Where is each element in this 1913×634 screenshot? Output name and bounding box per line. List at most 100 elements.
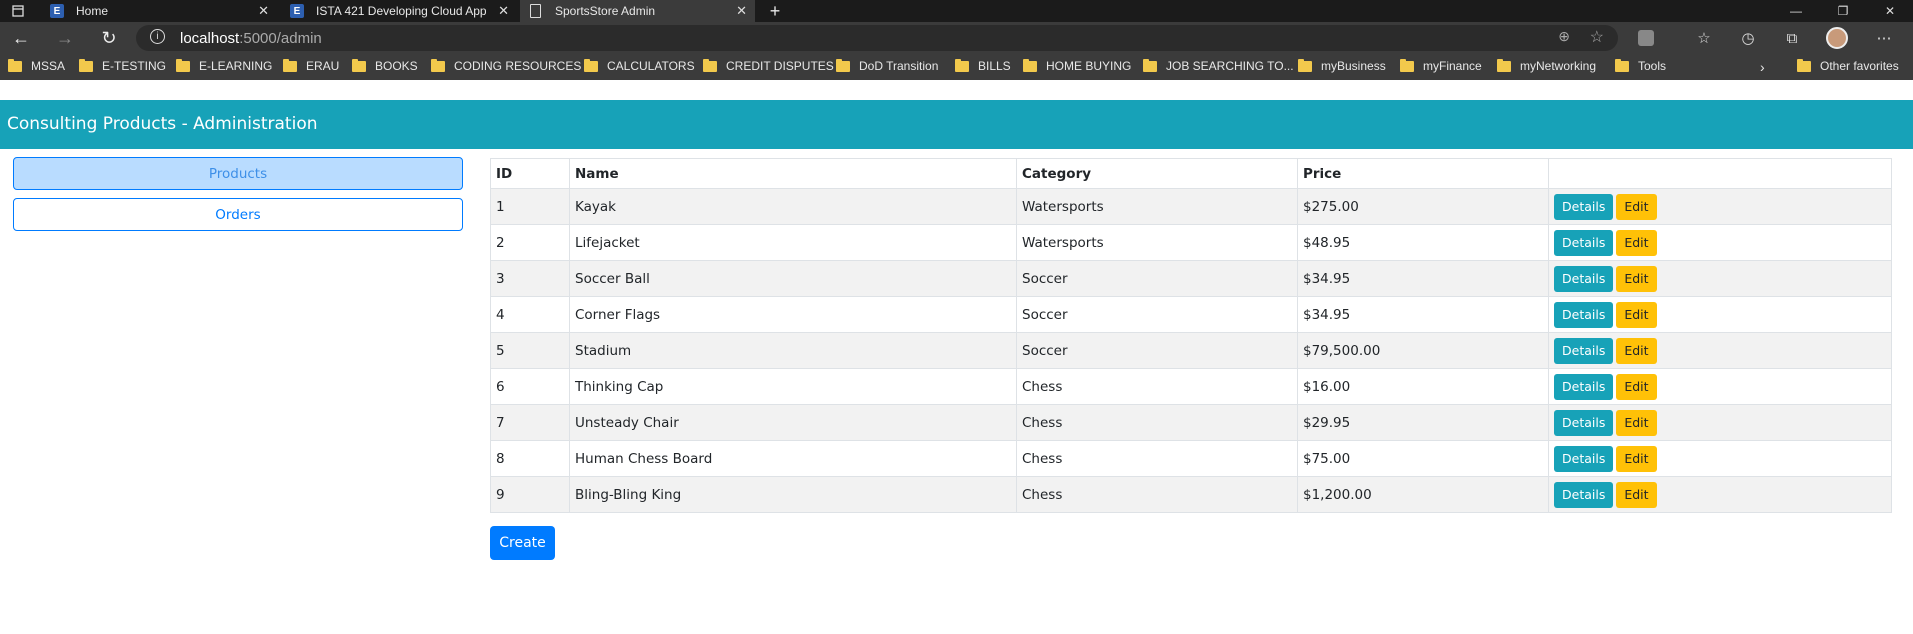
cell-id: 7 xyxy=(490,404,570,441)
tab-ista[interactable]: E ISTA 421 Developing Cloud Appl ✕ xyxy=(282,0,517,22)
tab-label: SportsStore Admin xyxy=(555,4,656,18)
details-button[interactable]: Details xyxy=(1554,193,1614,220)
bookmark-folder[interactable]: ERAU xyxy=(283,58,339,73)
url-path: :5000/admin xyxy=(239,30,322,47)
create-button[interactable]: Create xyxy=(490,526,555,560)
bookmark-folder[interactable]: BILLS xyxy=(955,58,1011,73)
bookmark-folder[interactable]: MSSA xyxy=(8,58,65,73)
sidebar-item-orders[interactable]: Orders xyxy=(13,198,463,231)
folder-icon xyxy=(431,58,445,72)
history-icon[interactable]: ◷ xyxy=(1735,26,1761,50)
cell-price: $16.00 xyxy=(1297,368,1549,405)
table-row: 1 Kayak Watersports $275.00 Details Edit xyxy=(490,188,1892,225)
bookmark-folder[interactable]: DoD Transition xyxy=(836,58,939,73)
cell-category: Watersports xyxy=(1016,224,1298,261)
edit-button[interactable]: Edit xyxy=(1616,409,1657,436)
details-button[interactable]: Details xyxy=(1554,481,1614,508)
details-button[interactable]: Details xyxy=(1554,445,1614,472)
favorite-star-icon[interactable]: ☆ xyxy=(1590,27,1604,47)
details-button[interactable]: Details xyxy=(1554,301,1614,328)
new-tab-icon[interactable]: + xyxy=(762,0,788,22)
cell-id: 2 xyxy=(490,224,570,261)
bookmark-folder[interactable]: myBusiness xyxy=(1298,58,1386,73)
edit-button[interactable]: Edit xyxy=(1616,337,1657,364)
bookmark-folder[interactable]: CODING RESOURCES xyxy=(431,58,582,73)
folder-icon xyxy=(8,58,22,72)
info-icon[interactable]: i xyxy=(150,29,165,44)
cell-id: 1 xyxy=(490,188,570,225)
column-header-actions xyxy=(1548,158,1892,189)
cell-actions: Details Edit xyxy=(1548,224,1892,261)
close-icon[interactable]: ✕ xyxy=(736,3,747,19)
details-button[interactable]: Details xyxy=(1554,409,1614,436)
folder-icon xyxy=(1497,58,1511,72)
bookmark-folder[interactable]: E-LEARNING xyxy=(176,58,272,73)
edit-button[interactable]: Edit xyxy=(1616,193,1657,220)
products-table: ID Name Category Price 1 Kayak Watersports… xyxy=(490,158,1892,513)
close-icon[interactable]: ✕ xyxy=(258,3,269,19)
bookmark-folder[interactable]: myNetworking xyxy=(1497,58,1596,73)
edit-button[interactable]: Edit xyxy=(1616,445,1657,472)
more-icon[interactable]: ⋯ xyxy=(1871,26,1897,50)
bookmark-folder[interactable]: BOOKS xyxy=(352,58,418,73)
address-input[interactable]: i localhost:5000/admin ⊕ ☆ xyxy=(136,25,1618,51)
restore-icon[interactable]: ❐ xyxy=(1820,0,1866,22)
cell-actions: Details Edit xyxy=(1548,260,1892,297)
table-row: 3 Soccer Ball Soccer $34.95 Details Edit xyxy=(490,260,1892,297)
back-icon[interactable]: ← xyxy=(7,26,35,50)
cell-actions: Details Edit xyxy=(1548,296,1892,333)
tab-label: ISTA 421 Developing Cloud Appl xyxy=(316,4,486,18)
bookmark-folder[interactable]: CALCULATORS xyxy=(584,58,695,73)
bookmark-other-favorites[interactable]: Other favorites xyxy=(1797,58,1899,73)
edit-button[interactable]: Edit xyxy=(1616,481,1657,508)
edit-button[interactable]: Edit xyxy=(1616,229,1657,256)
zoom-icon[interactable]: ⊕ xyxy=(1558,28,1570,45)
chevron-right-icon[interactable]: › xyxy=(1760,59,1765,75)
folder-icon xyxy=(1298,58,1312,72)
sidebar-item-products[interactable]: Products xyxy=(13,157,463,190)
forward-icon[interactable]: → xyxy=(51,26,79,50)
folder-icon xyxy=(79,58,93,72)
cell-actions: Details Edit xyxy=(1548,476,1892,513)
app-header: Consulting Products - Administration xyxy=(0,100,1913,149)
bookmark-label: CODING RESOURCES xyxy=(454,59,582,73)
bookmark-label: E-TESTING xyxy=(102,59,167,73)
edit-button[interactable]: Edit xyxy=(1616,265,1657,292)
details-button[interactable]: Details xyxy=(1554,265,1614,292)
folder-icon xyxy=(176,58,190,72)
cell-price: $275.00 xyxy=(1297,188,1549,225)
tab-home[interactable]: E Home ✕ xyxy=(42,0,277,22)
details-button[interactable]: Details xyxy=(1554,229,1614,256)
bookmark-folder[interactable]: HOME BUYING xyxy=(1023,58,1131,73)
tab-sportsstore-admin[interactable]: SportsStore Admin ✕ xyxy=(520,0,755,22)
table-row: 8 Human Chess Board Chess $75.00 Details Edit xyxy=(490,440,1892,477)
bookmark-label: CALCULATORS xyxy=(607,59,695,73)
favorites-icon[interactable]: ☆ xyxy=(1691,26,1717,50)
table-row: 4 Corner Flags Soccer $34.95 Details Edit xyxy=(490,296,1892,333)
bookmark-folder[interactable]: JOB SEARCHING TO... xyxy=(1143,58,1294,73)
folder-icon xyxy=(1400,58,1414,72)
edit-button[interactable]: Edit xyxy=(1616,301,1657,328)
collections-icon[interactable]: ⧉ xyxy=(1779,26,1805,50)
window-close-icon[interactable]: ✕ xyxy=(1867,0,1913,22)
bookmark-label: DoD Transition xyxy=(859,59,939,73)
minimize-icon[interactable]: — xyxy=(1773,0,1819,22)
refresh-icon[interactable]: ↻ xyxy=(95,26,123,50)
bookmark-folder[interactable]: CREDIT DISPUTES xyxy=(703,58,834,73)
details-button[interactable]: Details xyxy=(1554,337,1614,364)
cell-name: Soccer Ball xyxy=(569,260,1017,297)
close-icon[interactable]: ✕ xyxy=(498,3,509,19)
edit-button[interactable]: Edit xyxy=(1616,373,1657,400)
bookmark-folder[interactable]: myFinance xyxy=(1400,58,1482,73)
column-header-category: Category xyxy=(1016,158,1298,189)
cell-category: Chess xyxy=(1016,476,1298,513)
folder-icon xyxy=(1797,58,1811,72)
bookmark-folder[interactable]: E-TESTING xyxy=(79,58,167,73)
avatar[interactable] xyxy=(1824,26,1850,50)
details-button[interactable]: Details xyxy=(1554,373,1614,400)
extension-icon[interactable] xyxy=(1633,26,1659,50)
tab-actions-icon[interactable] xyxy=(0,0,36,22)
cell-category: Chess xyxy=(1016,368,1298,405)
bookmark-folder[interactable]: Tools xyxy=(1615,58,1666,73)
cell-category: Soccer xyxy=(1016,332,1298,369)
